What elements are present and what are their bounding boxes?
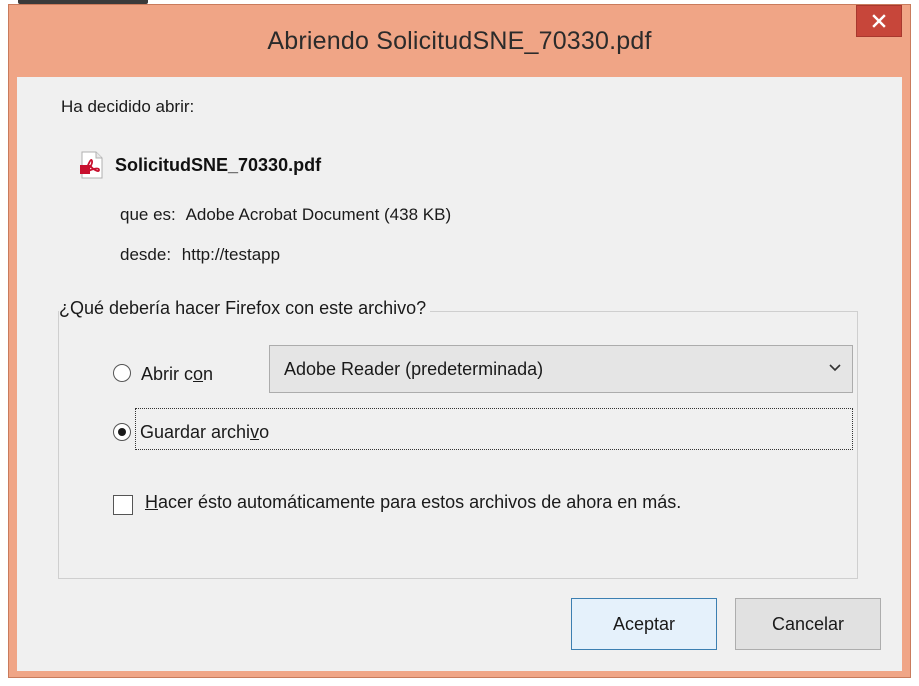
action-group-legend: ¿Qué debería hacer Firefox con este arch… [59,298,431,319]
close-button[interactable] [856,5,902,37]
file-type-row: que es: Adobe Acrobat Document (438 KB) [120,205,451,225]
chevron-down-icon [829,364,841,372]
save-file-radio[interactable] [113,423,131,441]
file-type-key: que es: [120,205,176,224]
dialog-title: Abriendo SolicitudSNE_70330.pdf [267,27,652,55]
pdf-file-icon [80,151,103,179]
open-with-label[interactable]: Abrir con [141,364,213,385]
decided-to-open-label: Ha decidido abrir: [61,97,195,116]
dialog-body: Ha decidido abrir: SolicitudSNE_70330.pd… [17,77,902,671]
file-source-value: http://testapp [181,245,281,264]
cancel-button[interactable]: Cancelar [735,598,881,650]
file-name-row: SolicitudSNE_70330.pdf [79,151,321,179]
open-with-app-select[interactable]: Adobe Reader (predeterminada) [269,345,853,393]
open-with-radio[interactable] [113,364,131,382]
open-file-dialog: Abriendo SolicitudSNE_70330.pdf Ha decid… [8,4,911,678]
title-bar[interactable]: Abriendo SolicitudSNE_70330.pdf [9,5,910,77]
auto-action-checkbox[interactable] [113,495,133,515]
auto-action-label[interactable]: Hacer ésto automáticamente para estos ar… [145,492,681,513]
action-group: ¿Qué debería hacer Firefox con este arch… [58,298,858,579]
save-file-label[interactable]: Guardar archivo [140,422,269,443]
ok-button[interactable]: Aceptar [571,598,717,650]
close-icon [872,14,886,28]
file-source-key: desde: [120,245,172,264]
file-source-row: desde: http://testapp [120,245,280,265]
file-type-value: Adobe Acrobat Document (438 KB) [185,205,452,224]
open-with-app-value: Adobe Reader (predeterminada) [284,359,544,379]
file-name: SolicitudSNE_70330.pdf [115,154,322,175]
